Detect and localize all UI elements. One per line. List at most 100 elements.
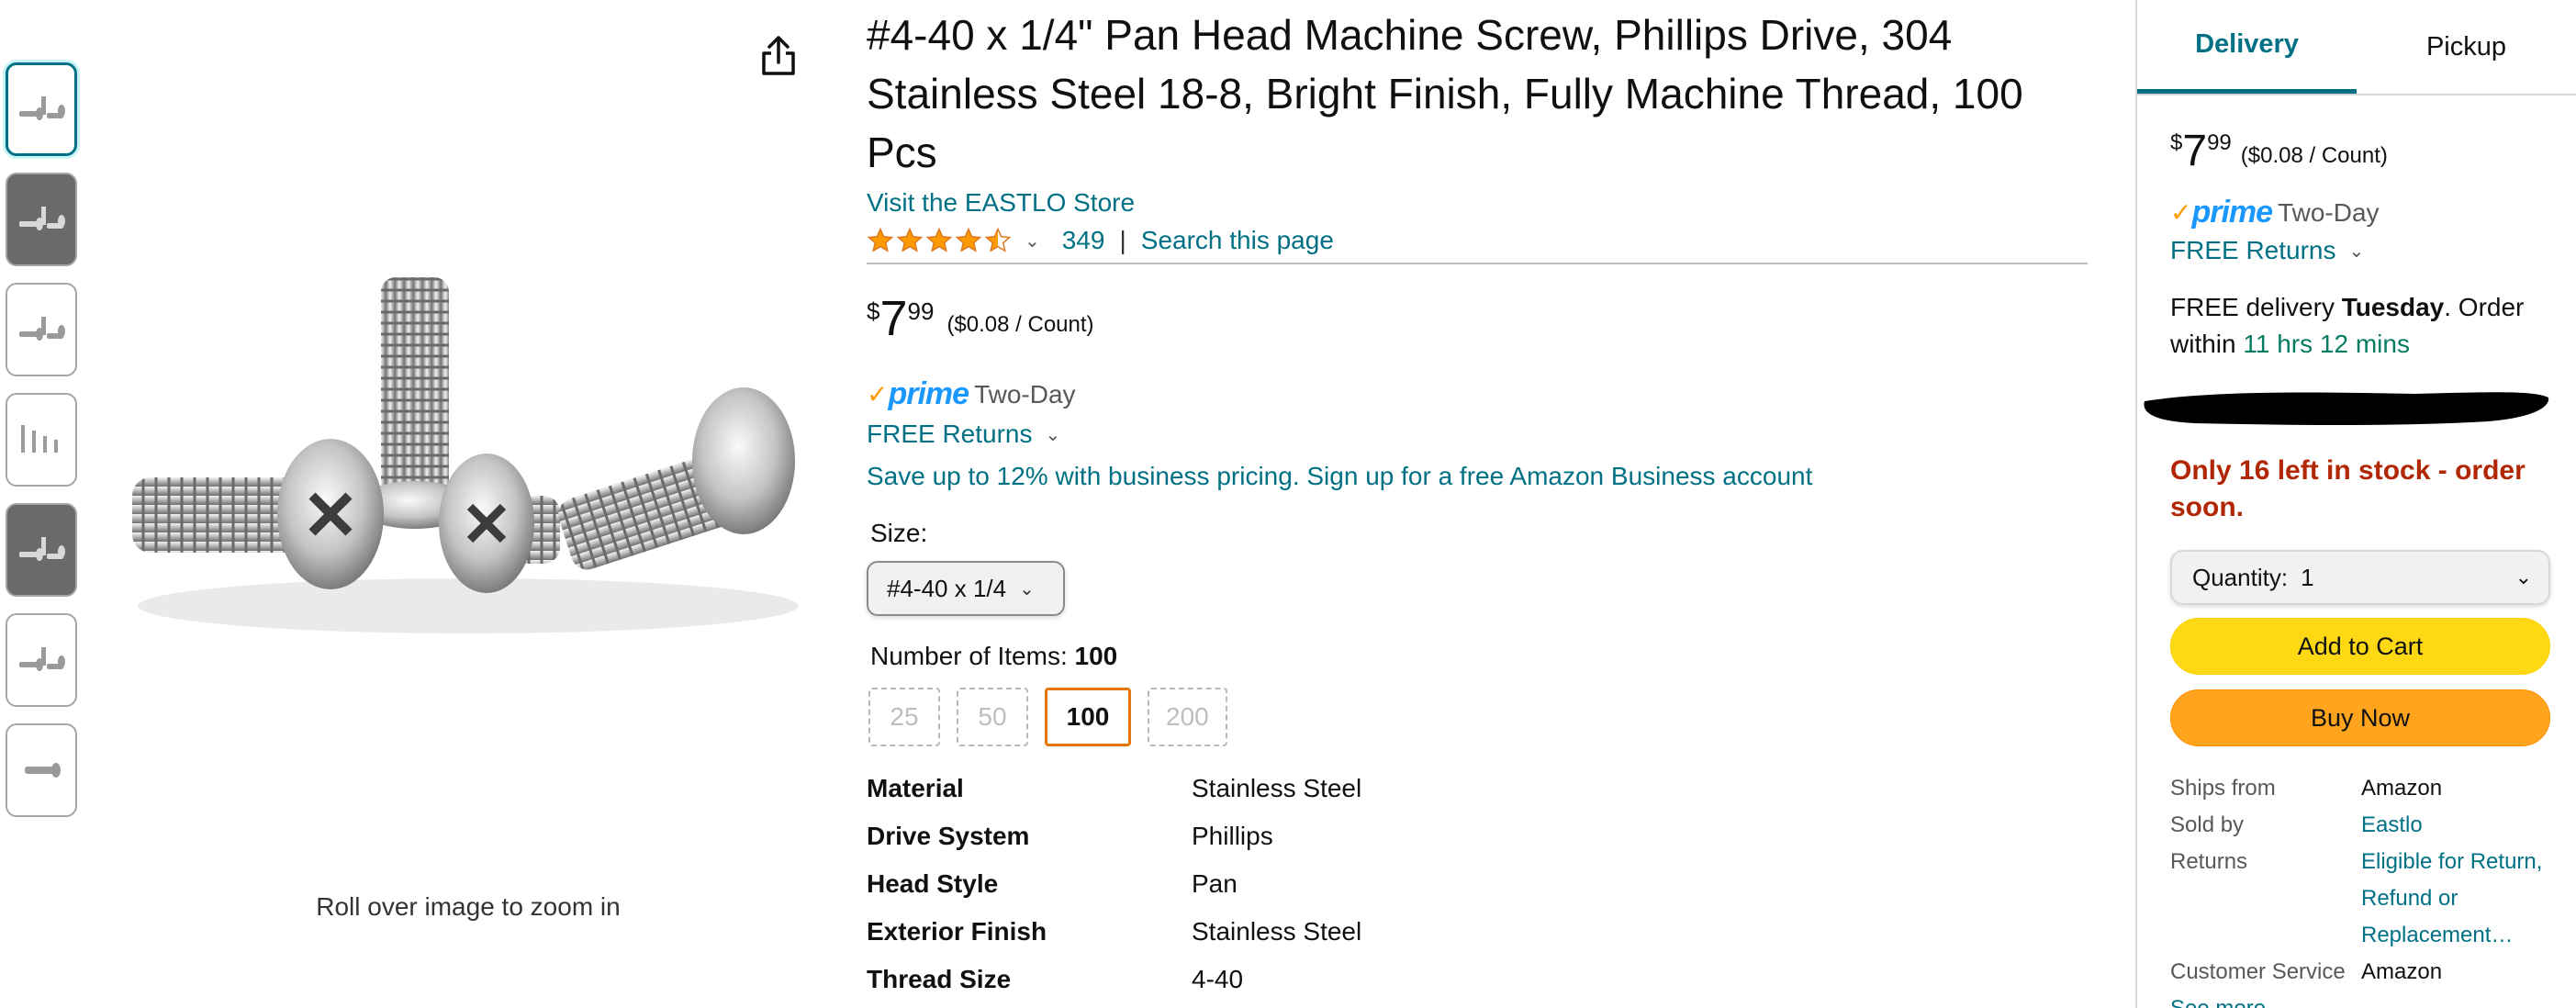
- price-fraction: 99: [2207, 130, 2232, 155]
- divider: [867, 263, 2088, 264]
- quantity-value: 1: [2301, 563, 2314, 591]
- thumbnail-image: [19, 317, 65, 341]
- ship-info-row: Sold by Eastlo: [2170, 807, 2550, 844]
- chevron-down-icon: ⌄: [2348, 241, 2365, 262]
- thumb-screws-wood-2[interactable]: [6, 503, 77, 597]
- delivery-prefix: FREE delivery: [2170, 293, 2342, 321]
- spec-key: Material: [867, 774, 964, 802]
- delivery-tabs: Delivery Pickup: [2137, 0, 2576, 95]
- spec-key: Thread Size: [867, 965, 1012, 993]
- size-dropdown[interactable]: #4-40 x 1/4 ⌄: [867, 561, 1065, 616]
- thumb-screws-dimensions[interactable]: [6, 393, 77, 487]
- prime-two-day: Two-Day: [2278, 197, 2380, 227]
- spec-value: Phillips: [1192, 822, 1273, 850]
- ship-info-value: Amazon: [2361, 959, 2443, 984]
- buy-now-button[interactable]: Buy Now: [2170, 689, 2550, 746]
- spec-key: Exterior Finish: [867, 917, 1047, 946]
- thumb-screws-1[interactable]: [6, 62, 77, 156]
- star-icon: [955, 227, 982, 252]
- ships-info: Ships from Amazon Sold by Eastlo Returns Elig…: [2170, 770, 2550, 991]
- thumb-screws-wood[interactable]: [6, 173, 77, 266]
- spec-value: Stainless Steel: [1192, 774, 1362, 802]
- product-title: #4-40 x 1/4" Pan Head Machine Screw, Phi…: [867, 11, 2023, 176]
- delivery-countdown: 11 hrs 12 mins: [2243, 330, 2410, 358]
- spec-row: Drive System Phillips: [867, 812, 2089, 860]
- tab-pickup[interactable]: Pickup: [2357, 0, 2576, 94]
- spec-key: Drive System: [867, 822, 1030, 850]
- items-label-value: 100: [1074, 642, 1118, 670]
- price-symbol: $: [867, 297, 880, 325]
- separator: |: [1119, 226, 1126, 254]
- thumbnail-image: [19, 537, 65, 561]
- spec-row: Exterior Finish Stainless Steel: [867, 908, 2089, 956]
- star-icon: [896, 227, 924, 252]
- buy-box: Delivery Pickup $ 7 99 ($0.08 / Count) ✓ …: [2135, 0, 2576, 1008]
- chevron-down-icon: ⌄: [1019, 578, 1035, 599]
- star-icon: [984, 227, 1012, 252]
- star-icon: [867, 227, 894, 252]
- rating-count-link[interactable]: 349: [1062, 226, 1105, 255]
- rating-row: ⌄ 349 | Search this page: [867, 220, 2089, 261]
- ship-info-value[interactable]: Eligible for Return, Refund or Replaceme…: [2361, 844, 2550, 954]
- thumbnail-strip: [6, 62, 79, 834]
- price-symbol: $: [2170, 130, 2183, 155]
- size-value: #4-40 x 1/4: [887, 574, 1007, 602]
- thumb-screws-2[interactable]: [6, 283, 77, 376]
- product-details: #4-40 x 1/4" Pan Head Machine Screw, Phi…: [867, 0, 2089, 1003]
- tab-delivery[interactable]: Delivery: [2137, 0, 2357, 94]
- quantity-label: Quantity:: [2192, 563, 2289, 591]
- thumb-screw-single[interactable]: [6, 723, 77, 817]
- share-icon[interactable]: [758, 33, 799, 79]
- thumbnail-image: [21, 425, 58, 453]
- see-more-link[interactable]: See more: [2170, 996, 2550, 1008]
- product-main-image[interactable]: [101, 220, 835, 661]
- add-to-cart-button[interactable]: Add to Cart: [2170, 618, 2550, 675]
- business-pricing-link[interactable]: Save up to 12% with business pricing. Si…: [867, 462, 2089, 491]
- items-label-text: Number of Items:: [870, 642, 1068, 670]
- free-returns-label: FREE Returns: [2170, 236, 2336, 264]
- number-of-items-label: Number of Items: 100: [867, 642, 2089, 671]
- quantity-dropdown[interactable]: Quantity: 1 ⌄: [2170, 550, 2550, 605]
- price-fraction: 99: [907, 297, 935, 325]
- prime-logo: prime: [2191, 195, 2273, 230]
- delivery-message: FREE delivery Tuesday. Order within 11 h…: [2170, 289, 2550, 363]
- ship-info-key: Ships from: [2170, 776, 2276, 801]
- store-link[interactable]: Visit the EASTLO Store: [867, 185, 2089, 220]
- free-returns-link[interactable]: FREE Returns ⌄: [867, 420, 2089, 449]
- thumb-screws-3[interactable]: [6, 613, 77, 707]
- price-per-unit: ($0.08 / Count): [2240, 143, 2388, 168]
- stock-warning: Only 16 left in stock - order soon.: [2170, 455, 2526, 522]
- ship-info-value: Amazon: [2361, 776, 2443, 801]
- thumbnail-image: [25, 763, 61, 778]
- zoom-hint: Roll over image to zoom in: [316, 892, 621, 921]
- free-returns-link[interactable]: FREE Returns ⌄: [2170, 236, 2550, 265]
- prime-two-day: Two-Day: [974, 379, 1076, 409]
- item-count-option[interactable]: 100: [1045, 688, 1131, 746]
- prime-check-icon: ✓: [867, 380, 889, 409]
- prime-check-icon: ✓: [2170, 198, 2192, 227]
- chevron-down-icon[interactable]: ⌄: [1025, 230, 1040, 252]
- delivery-day: Tuesday: [2341, 293, 2445, 321]
- free-returns-label: FREE Returns: [867, 420, 1033, 448]
- item-count-option[interactable]: 50: [957, 688, 1028, 746]
- prime-badge: ✓ prime Two-Day: [2170, 195, 2550, 230]
- star-rating[interactable]: [867, 227, 1012, 254]
- item-count-options: 25 50 100 200: [867, 688, 2089, 746]
- ship-info-row: Returns Eligible for Return, Refund or Re…: [2170, 844, 2550, 954]
- price-whole: 7: [2182, 127, 2208, 175]
- prime-badge: ✓ prime Two-Day: [867, 376, 2089, 412]
- item-count-option[interactable]: 25: [868, 688, 940, 746]
- product-specs: Material Stainless Steel Drive System Phill…: [867, 765, 2089, 1003]
- price-whole: 7: [879, 291, 908, 346]
- ship-info-value[interactable]: Eastlo: [2361, 807, 2550, 844]
- item-count-option[interactable]: 200: [1148, 688, 1227, 746]
- thumbnail-image: [19, 207, 65, 230]
- ship-info-key: Customer Service: [2170, 959, 2346, 984]
- search-page-link[interactable]: Search this page: [1141, 226, 1334, 255]
- spec-row: Thread Size 4-40: [867, 956, 2089, 1003]
- chevron-down-icon: ⌄: [2514, 566, 2532, 588]
- spec-value: Pan: [1192, 869, 1238, 898]
- ship-info-row: Customer Service Amazon: [2170, 954, 2550, 991]
- thumbnail-image: [19, 96, 65, 120]
- ship-info-key: Returns: [2170, 849, 2248, 874]
